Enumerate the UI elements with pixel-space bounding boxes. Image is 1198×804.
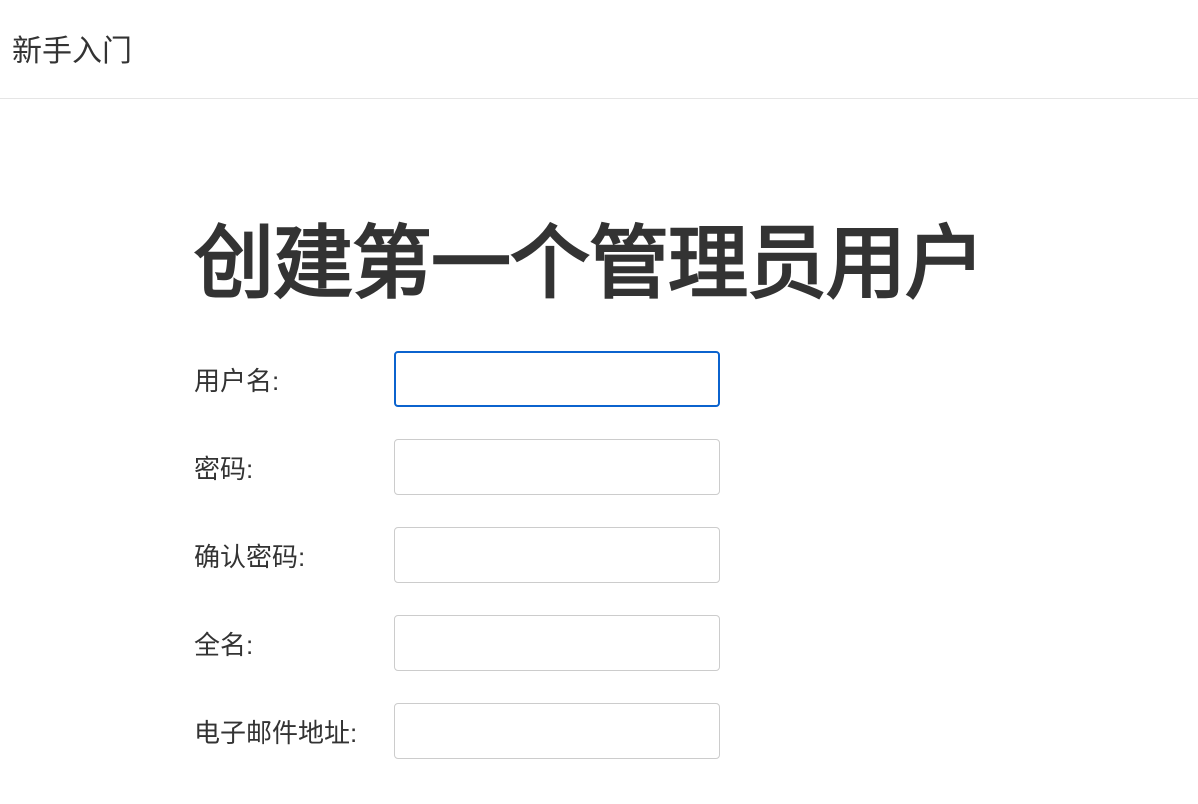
form-row-confirm-password: 确认密码: [194,527,1198,583]
confirm-password-input[interactable] [394,527,720,583]
header-title: 新手入门 [12,26,1186,70]
email-input[interactable] [394,703,720,759]
page-header: 新手入门 [0,0,1198,99]
email-label: 电子邮件地址: [194,713,394,750]
page-heading: 创建第一个管理员用户 [194,199,1198,315]
username-label: 用户名: [194,361,394,398]
form-row-email: 电子邮件地址: [194,703,1198,759]
admin-user-form: 用户名: 密码: 确认密码: 全名: 电子邮件地址: [194,345,1198,759]
form-row-username: 用户名: [194,351,1198,407]
fullname-input[interactable] [394,615,720,671]
password-input[interactable] [394,439,720,495]
password-label: 密码: [194,449,394,486]
form-row-password: 密码: [194,439,1198,495]
confirm-password-label: 确认密码: [194,537,394,574]
fullname-label: 全名: [194,625,394,662]
username-input[interactable] [394,351,720,407]
form-row-fullname: 全名: [194,615,1198,671]
main-content: 创建第一个管理员用户 用户名: 密码: 确认密码: 全名: 电子邮件地址: [0,99,1198,759]
